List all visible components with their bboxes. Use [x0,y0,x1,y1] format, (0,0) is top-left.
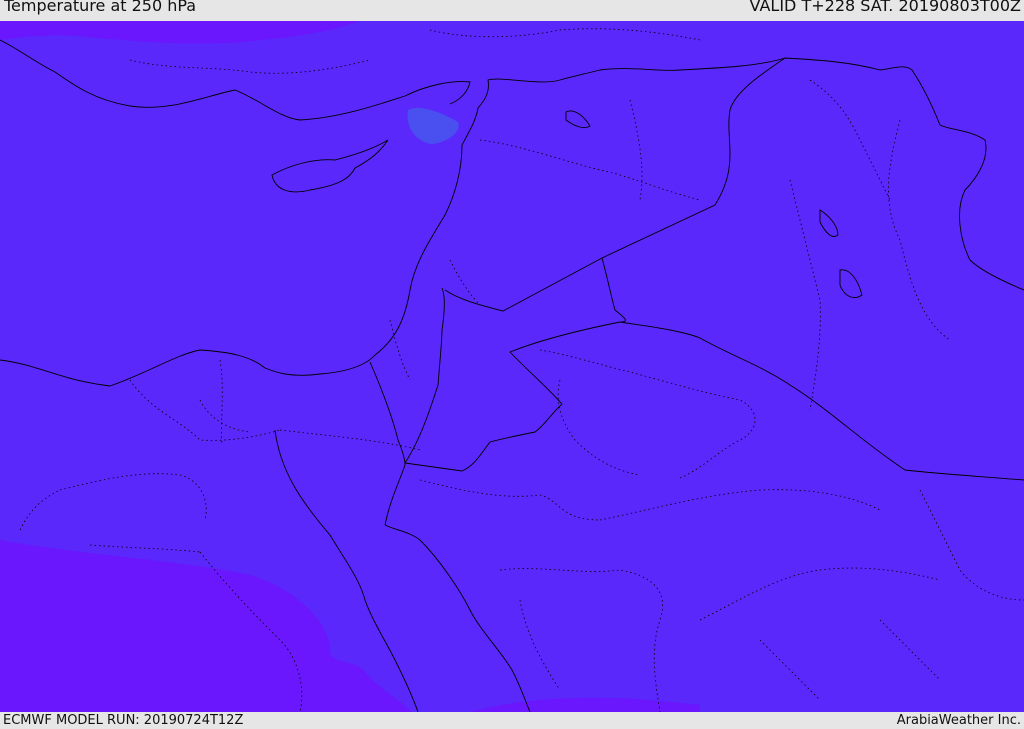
valid-time: VALID T+228 SAT. 20190803T00Z [749,0,1021,15]
model-run: ECMWF MODEL RUN: 20190724T12Z [3,713,244,728]
map-header: Temperature at 250 hPa VALID T+228 SAT. … [0,0,1024,21]
map-canvas [0,21,1024,712]
map-title: Temperature at 250 hPa [4,0,197,15]
credit: ArabiaWeather Inc. [896,713,1021,728]
map-footer: ECMWF MODEL RUN: 20190724T12Z ArabiaWeat… [0,712,1024,729]
weather-map [0,21,1024,712]
